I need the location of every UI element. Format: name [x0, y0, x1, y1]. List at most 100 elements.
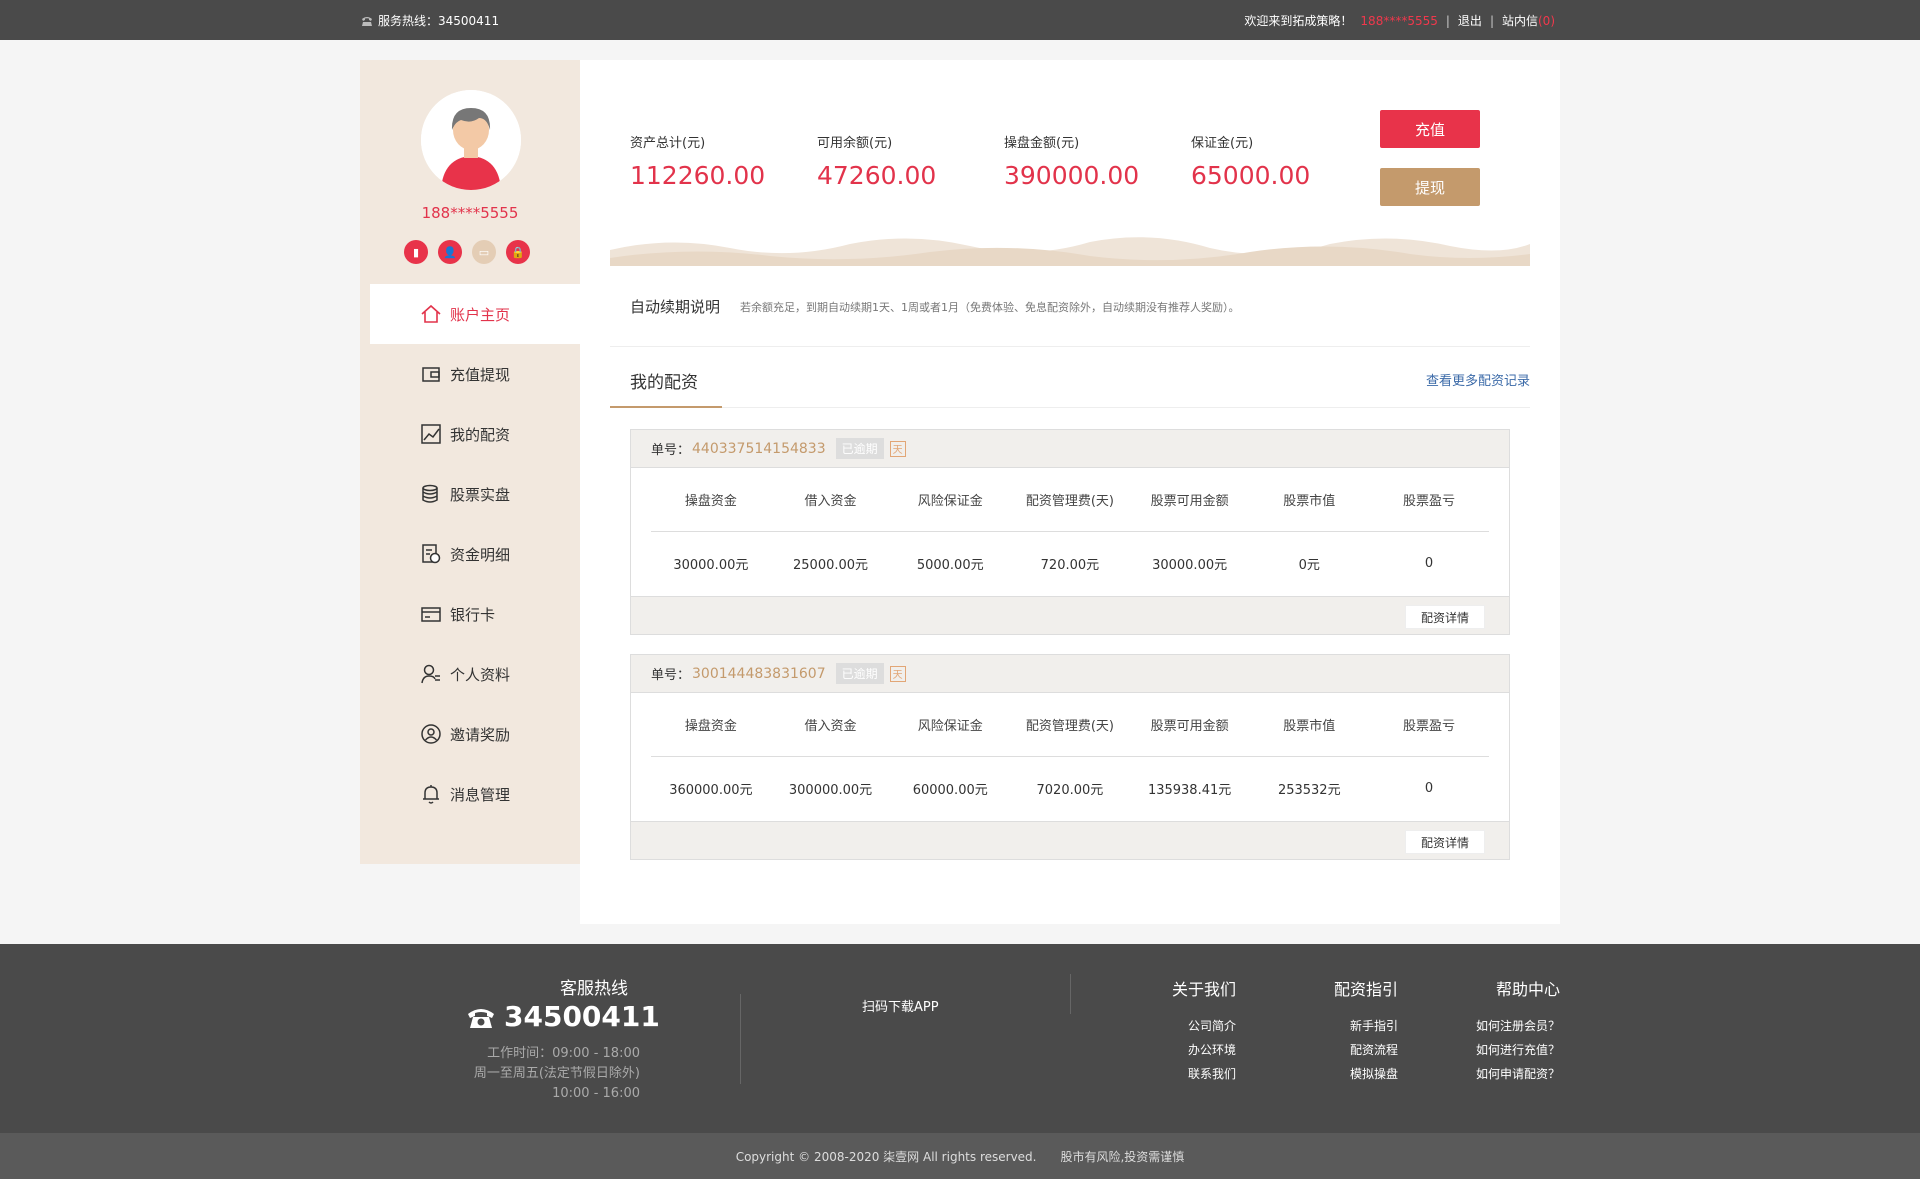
table-cell: 30000.00元 [1152, 558, 1228, 573]
inbox-count: (0) [1538, 14, 1555, 28]
stat-available-balance: 可用余额(元) 47260.00 [817, 132, 936, 190]
table-cell: 720.00元 [1040, 558, 1100, 573]
sidebar-item-label: 我的配资 [450, 425, 511, 444]
recharge-button[interactable]: 充值 [1380, 110, 1480, 148]
separator: | [1489, 13, 1494, 28]
sidebar-item-label: 邀请奖励 [450, 725, 511, 744]
identity-verified-icon[interactable]: 👤 [438, 240, 462, 264]
sidebar-item-recharge-withdraw[interactable]: 充值提现 [370, 344, 580, 404]
footer-link[interactable]: 配资流程 [1334, 1038, 1398, 1062]
ledger-icon [422, 544, 441, 564]
customer-service-title: 客服热线 [560, 979, 628, 999]
invite-icon [421, 724, 441, 744]
more-records-link[interactable]: 查看更多配资记录 [1426, 370, 1530, 389]
table-cell: 135938.41元 [1147, 783, 1232, 798]
separator: | [1445, 13, 1450, 28]
logout-link[interactable]: 退出 [1458, 12, 1482, 29]
stat-margin: 保证金(元) 65000.00 [1191, 132, 1310, 190]
user-phone-link[interactable]: 188****5555 [1360, 14, 1437, 28]
section-underline [610, 406, 722, 408]
auto-renew-title: 自动续期说明 [630, 298, 721, 316]
funding-detail-button[interactable]: 配资详情 [1405, 830, 1485, 854]
order-card-header: 单号： 300144483831607 已逾期 天 [631, 655, 1509, 693]
verification-badges: ▮ 👤 ▭ 🔒 [404, 240, 530, 264]
table-header: 股票市值 [1283, 719, 1336, 734]
chart-icon [421, 424, 441, 444]
bankcard-verified-icon[interactable]: ▭ [472, 240, 496, 264]
footer-col-title: 配资指引 [1333, 980, 1398, 999]
sidebar-item-label: 资金明细 [450, 545, 511, 564]
table-cell: 0 [1424, 556, 1434, 571]
home-icon [421, 304, 441, 323]
sidebar-item-stock-live[interactable]: 股票实盘 [370, 464, 580, 524]
order-card: 单号： 300144483831607 已逾期 天 操盘资金 借入资金 风险保证… [630, 654, 1510, 860]
footer-link[interactable]: 如何进行充值？ [1476, 1038, 1560, 1062]
sidebar-item-fund-details[interactable]: 资金明细 [370, 524, 580, 584]
inbox-label: 站内信 [1501, 14, 1538, 28]
sidebar-item-invite-reward[interactable]: 邀请奖励 [370, 704, 580, 764]
sidebar-item-label: 银行卡 [450, 605, 496, 624]
withdraw-button[interactable]: 提现 [1380, 168, 1480, 206]
customer-service-phone: 34500411 [466, 1000, 660, 1033]
table-header: 股票市值 [1283, 494, 1336, 509]
sidebar-item-bank-card[interactable]: 银行卡 [370, 584, 580, 644]
bell-icon [423, 785, 439, 804]
table-header-row: 操盘资金 借入资金 风险保证金 配资管理费(天) 股票可用金额 股票市值 股票盈… [651, 468, 1489, 532]
table-header: 配资管理费(天) [1025, 719, 1114, 734]
telephone-icon [468, 1008, 494, 1028]
stat-value: 112260.00 [630, 161, 766, 190]
footer-link[interactable]: 如何申请配资？ [1476, 1062, 1560, 1086]
work-days: 周一至周五(法定节假日除外) [473, 1066, 640, 1081]
stat-value: 47260.00 [817, 161, 937, 190]
footer-link[interactable]: 模拟操盘 [1334, 1062, 1398, 1086]
sidebar-item-profile[interactable]: 个人资料 [370, 644, 580, 704]
footer-link[interactable]: 如何注册会员？ [1476, 1014, 1560, 1038]
table-cell: 60000.00元 [912, 783, 988, 798]
order-table: 操盘资金 借入资金 风险保证金 配资管理费(天) 股票可用金额 股票市值 股票盈… [651, 693, 1489, 820]
order-no-label: 单号： [651, 668, 691, 683]
footer-col-about: 关于我们 公司简介 办公环境 联系我们 [1172, 976, 1236, 1086]
copyright-bar: Copyright © 2008-2020 柒壹网 All rights res… [0, 1133, 1920, 1179]
decorative-wave [610, 230, 1530, 266]
avatar[interactable] [421, 90, 521, 190]
table-header: 风险保证金 [917, 494, 983, 509]
sidebar-item-messages[interactable]: 消息管理 [370, 764, 580, 824]
status-badge: 已逾期 [835, 663, 884, 684]
period-badge: 天 [889, 665, 906, 682]
order-no-label: 单号： [651, 443, 691, 458]
stat-label: 保证金(元) [1191, 136, 1254, 151]
stat-value: 390000.00 [1004, 161, 1140, 190]
table-header: 借入资金 [804, 719, 857, 734]
table-cell: 5000.00元 [916, 558, 984, 573]
avatar-icon [421, 90, 521, 190]
table-row: 360000.00元 300000.00元 60000.00元 7020.00元… [651, 757, 1489, 820]
table-cell: 0 [1424, 781, 1434, 796]
footer: 客服热线 34500411 工作时间：09:00 - 18:00 周一至周五(法… [0, 944, 1920, 1133]
footer-link[interactable]: 新手指引 [1334, 1014, 1398, 1038]
table-header: 借入资金 [804, 494, 857, 509]
sidebar-item-label: 股票实盘 [450, 485, 511, 504]
sidebar-item-my-funding[interactable]: 我的配资 [370, 404, 580, 464]
work-time-2: 10:00 - 16:00 [552, 1086, 640, 1101]
order-table: 操盘资金 借入资金 风险保证金 配资管理费(天) 股票可用金额 股票市值 股票盈… [651, 468, 1489, 595]
mobile-verified-icon[interactable]: ▮ [404, 240, 428, 264]
sidebar-item-account-home[interactable]: 账户主页 [370, 284, 580, 344]
table-header: 股票盈亏 [1402, 719, 1455, 734]
status-badge: 已逾期 [835, 438, 884, 459]
table-cell: 300000.00元 [788, 783, 873, 798]
footer-link[interactable]: 联系我们 [1172, 1062, 1236, 1086]
table-header: 操盘资金 [684, 494, 737, 509]
sidebar-menu: 账户主页 充值提现 我的配资 股票实盘 资金明细 银行卡 个人资料 邀请奖励 消… [370, 284, 580, 824]
stat-total-assets: 资产总计(元) 112260.00 [630, 132, 765, 190]
inbox-link[interactable]: 站内信(0) [1502, 12, 1555, 29]
table-header: 配资管理费(天) [1025, 494, 1114, 509]
risk-warning: 股市有风险,投资需谨慎 [1060, 1149, 1185, 1164]
password-lock-icon[interactable]: 🔒 [506, 240, 530, 264]
profile-phone: 188****5555 [421, 204, 519, 222]
stat-label: 可用余额(元) [817, 136, 893, 151]
funding-detail-button[interactable]: 配资详情 [1405, 605, 1485, 629]
stat-label: 操盘金额(元) [1004, 136, 1080, 151]
phone-icon [362, 16, 372, 26]
footer-link[interactable]: 办公环境 [1172, 1038, 1236, 1062]
footer-link[interactable]: 公司简介 [1172, 1014, 1236, 1038]
